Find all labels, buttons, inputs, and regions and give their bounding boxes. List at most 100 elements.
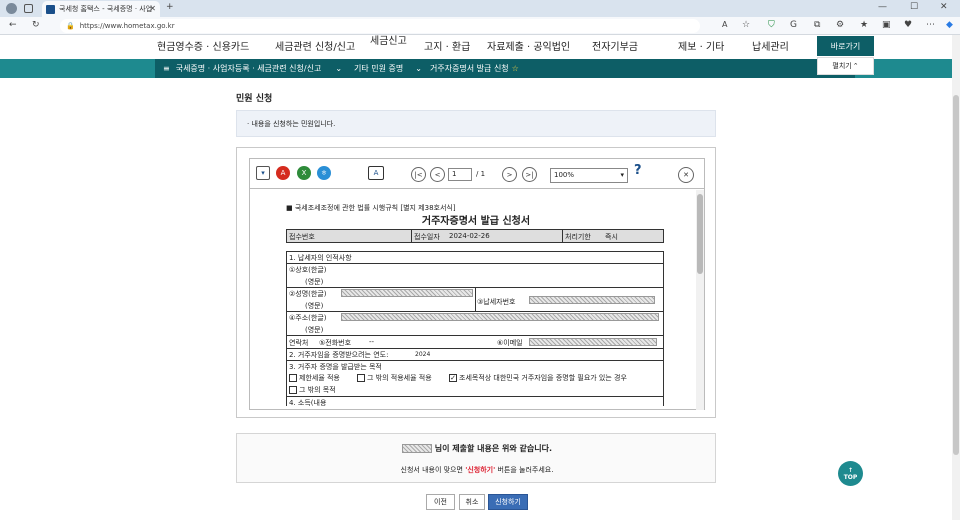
page-number-input[interactable]: 1	[448, 168, 472, 181]
pdf-icon[interactable]: A	[276, 166, 290, 180]
instruction-highlight: '신청하기'	[465, 466, 496, 474]
browser-tab-bar: 국세청 홈택스 - 국세증명 · 사업 ✕ + — ☐ ✕	[0, 0, 960, 17]
receipt-no-label: 접수번호	[289, 233, 315, 241]
refresh-icon[interactable]: ↻	[32, 21, 40, 30]
browser-essentials-icon[interactable]: ♥	[904, 21, 912, 30]
receipt-row: 접수번호 접수일자 2024-02-26 처리기한 즉시	[286, 229, 664, 243]
window-close-icon[interactable]: ✕	[940, 3, 948, 12]
viewer-scrollbar-thumb[interactable]	[697, 194, 703, 274]
arrow-up-icon: ↑	[847, 466, 854, 474]
nav-tax-filing[interactable]: 세금신고	[370, 32, 407, 47]
section3-row: 3. 거주자 증명을 발급받는 목적 제한세율 적용 그 밖의 적용세율 적용 …	[286, 360, 664, 396]
nav-tax-application[interactable]: 세금관련 신청/신고	[275, 38, 355, 53]
breadcrumb-item-main[interactable]: 국세증명 · 사업자등록 · 세금관련 신청/신고	[176, 63, 322, 74]
expand-dropdown[interactable]: 펼치기 ⌃	[817, 57, 874, 75]
cancel-button[interactable]: 취소	[459, 494, 485, 510]
extensions-icon[interactable]: ⚙	[836, 21, 844, 30]
masked-address	[341, 313, 659, 321]
page-scrollbar-thumb[interactable]	[953, 95, 959, 455]
zoom-value: 100%	[554, 171, 575, 179]
last-page-button[interactable]: >|	[522, 167, 537, 182]
masked-email	[529, 338, 657, 346]
address-english-label: (영문)	[305, 326, 324, 334]
purpose-other-checkbox[interactable]	[289, 386, 297, 394]
section4-label: 4. 소득(내용	[289, 399, 327, 406]
section4-row: 4. 소득(내용	[286, 396, 664, 406]
purpose-resident-proof-checkbox[interactable]: ✓	[449, 374, 457, 382]
excel-icon[interactable]: X	[297, 166, 311, 180]
close-viewer-button[interactable]: ✕	[678, 167, 694, 183]
person-english-label: (영문)	[305, 302, 324, 310]
chevron-down-icon[interactable]: ⌄	[335, 64, 342, 73]
save-icon[interactable]: ▾	[256, 166, 270, 180]
purpose-reduced-rate-checkbox[interactable]	[289, 374, 297, 382]
workspaces-icon[interactable]	[24, 4, 33, 13]
browser-tab[interactable]: 국세청 홈택스 - 국세증명 · 사업 ✕	[42, 1, 160, 17]
masked-taxpayer-no	[529, 296, 655, 304]
viewer-scrollbar[interactable]	[696, 190, 704, 410]
nav-cash-receipt[interactable]: 현금영수증 · 신용카드	[157, 38, 249, 53]
divider	[562, 230, 563, 242]
nav-e-donation[interactable]: 전자기부금	[592, 38, 638, 53]
extension-g-icon[interactable]: G	[790, 21, 797, 30]
purpose-other: 그 밖의 목적	[289, 385, 336, 395]
minimize-icon[interactable]: —	[878, 3, 887, 12]
back-icon[interactable]: ←	[9, 21, 17, 30]
scroll-top-button[interactable]: ↑ TOP	[838, 461, 863, 486]
processing-label: 처리기한	[565, 233, 591, 241]
nav-notice-refund[interactable]: 고지 · 환급	[424, 38, 470, 53]
declaration-line: 님이 제출할 내용은 위와 같습니다.	[237, 443, 717, 454]
more-menu-icon[interactable]: ⋯	[926, 21, 935, 30]
instruction-line: 신청서 내용이 맞으면 '신청하기' 버튼을 눌러주세요.	[237, 465, 717, 475]
url-field[interactable]: 🔒 https://www.hometax.go.kr	[60, 19, 700, 33]
hometax-favicon-icon	[46, 4, 55, 14]
purpose-other-label: 그 밖의 목적	[299, 386, 336, 394]
profile-avatar[interactable]	[6, 3, 17, 14]
nav-tax-management[interactable]: 납세관리	[752, 38, 789, 53]
chevron-down-icon[interactable]: ⌄	[415, 64, 422, 73]
next-page-button[interactable]: >	[502, 167, 517, 182]
breadcrumb-bar: ≡ 국세증명 · 사업자등록 · 세금관련 신청/신고 ⌄ 기타 민원 증명 ⌄…	[0, 59, 952, 78]
zoom-select[interactable]: 100% ▾	[550, 168, 628, 183]
purpose-resident-proof-label: 조세목적상 대한민국 거주자임을 증명할 필요가 있는 경우	[459, 374, 627, 382]
hwp-icon[interactable]: ㅎ	[317, 166, 331, 180]
prev-button[interactable]: 이전	[426, 494, 455, 510]
menu-icon[interactable]: ≡	[163, 64, 170, 73]
favorite-star-icon[interactable]: ☆	[742, 21, 750, 30]
nav-data-submission[interactable]: 자료제출 · 공익법인	[487, 38, 570, 53]
document-viewer: ▾ A X ㅎ A |< < 1 / 1 > >| 100% ▾ ? ✕ ■ 국세…	[236, 147, 716, 418]
new-tab-icon[interactable]: +	[166, 3, 174, 12]
maximize-icon[interactable]: ☐	[910, 3, 918, 12]
star-icon[interactable]: ☆	[512, 64, 519, 73]
copilot-icon[interactable]: ◆	[946, 21, 953, 30]
purpose-other-rate-checkbox[interactable]	[357, 374, 365, 382]
chevron-up-icon: ⌃	[852, 62, 859, 70]
page-title: 민원 신청	[236, 94, 273, 104]
tab-title: 국세청 홈택스 - 국세증명 · 사업	[59, 5, 153, 13]
collections-icon[interactable]: ▣	[882, 21, 891, 30]
taxpayer-no-label: ③납세자번호	[477, 298, 516, 306]
prev-page-button[interactable]: <	[430, 167, 445, 182]
phone-label: ⑤전화번호	[319, 339, 352, 347]
phone-value: --	[369, 338, 375, 346]
first-page-button[interactable]: |<	[411, 167, 426, 182]
help-icon[interactable]: ?	[634, 163, 642, 178]
favorites-icon[interactable]: ★	[860, 21, 868, 30]
breadcrumb-item-other-certificate[interactable]: 기타 민원 증명	[354, 63, 403, 74]
split-screen-icon[interactable]: ⧉	[814, 21, 820, 30]
purpose-other-rate-label: 그 밖의 적용세율 적용	[367, 374, 432, 382]
print-icon[interactable]: A	[368, 166, 384, 180]
tab-close-icon[interactable]: ✕	[149, 4, 156, 13]
processing-value: 즉시	[605, 233, 618, 241]
trade-name-row: ①상호(한글) (영문)	[286, 263, 664, 287]
read-aloud-icon[interactable]: A	[722, 21, 727, 29]
page-scrollbar[interactable]	[952, 35, 960, 520]
submit-button[interactable]: 신청하기	[488, 494, 528, 510]
shield-icon[interactable]: ⛉	[768, 21, 775, 30]
breadcrumb-item-residency-cert[interactable]: 거주자증명서 발급 신청	[430, 63, 509, 74]
contact-row: 연락처 ⑤전화번호 -- ⑥이메일	[286, 335, 664, 348]
shortcut-button[interactable]: 바로가기	[817, 36, 874, 56]
purpose-reduced-rate: 제한세율 적용	[289, 373, 340, 383]
person-name-label: ②성명(한글)	[289, 290, 327, 298]
nav-report-etc[interactable]: 제보 · 기타	[678, 38, 724, 53]
